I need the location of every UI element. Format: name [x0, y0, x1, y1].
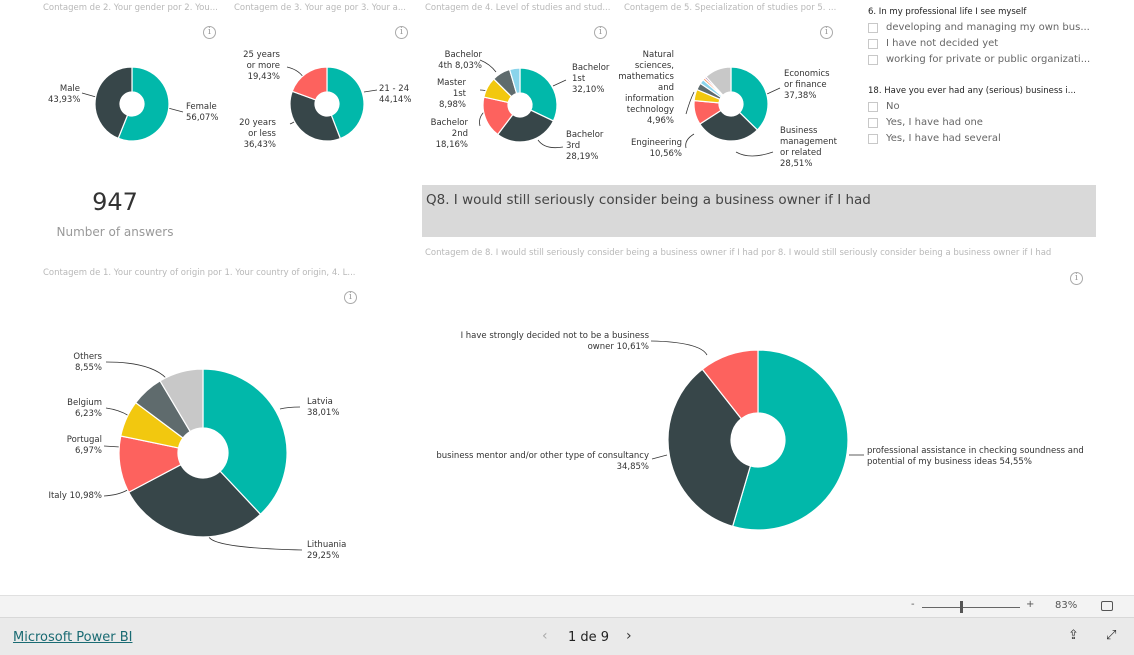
zoom-in-button[interactable]: + — [1026, 599, 1034, 610]
label-strongly-decided: I have strongly decided not to be a busi… — [460, 331, 649, 352]
label-business-management: Business management or related 28,51% — [780, 126, 837, 169]
slicer-option[interactable]: No — [868, 101, 900, 112]
zoom-level: 83% — [1055, 600, 1078, 611]
label-age-25-plus: 25 years or more 19,43% — [243, 50, 280, 82]
label-lithuania: Lithuania 29,25% — [307, 540, 347, 561]
checkbox[interactable] — [868, 133, 878, 144]
slicer-title-professional-life: 6. In my professional life I see myself — [868, 7, 1027, 17]
label-female: Female 56,07% — [186, 102, 219, 123]
zoom-slider-thumb[interactable] — [959, 601, 963, 613]
slicer-option[interactable]: Yes, I have had one — [868, 117, 983, 128]
label-master-1st: Master 1st 8,98% — [436, 78, 466, 110]
donut-studies[interactable] — [482, 67, 558, 143]
page-indicator: 1 de 9 — [568, 630, 610, 645]
zoom-toolbar: - + 83% — [0, 595, 1134, 618]
power-bi-link[interactable]: Microsoft Power BI — [13, 630, 132, 645]
donut-age[interactable] — [289, 66, 365, 142]
slicer-option[interactable]: Yes, I have had several — [868, 133, 1001, 144]
checkbox[interactable] — [868, 22, 878, 33]
share-icon[interactable]: ⇪ — [1068, 628, 1079, 643]
label-economics: Economics or finance 37,38% — [784, 69, 830, 101]
label-italy: Italy 10,98% — [48, 491, 102, 501]
label-bachelor-3rd: Bachelor 3rd 28,19% — [566, 130, 604, 162]
checkbox[interactable] — [868, 54, 878, 65]
label-engineering: Engineering 10,56% — [631, 138, 682, 159]
label-business-mentor: business mentor and/or other type of con… — [436, 451, 649, 472]
label-bachelor-4th: Bachelor 4th 8,03% — [438, 50, 482, 71]
donut-country[interactable] — [118, 368, 288, 538]
label-others: Others 8,55% — [73, 352, 102, 373]
footer-bar: Microsoft Power BI ‹ 1 de 9 › ⇪ ⤢ — [0, 618, 1134, 655]
visual-title-country: Contagem de 1. Your country of origin po… — [43, 268, 356, 278]
checkbox[interactable] — [868, 38, 878, 49]
slicer-option[interactable]: working for private or public organizati… — [868, 54, 1090, 65]
q8-banner: Q8. I would still seriously consider bei… — [422, 185, 1096, 237]
kpi-label: Number of answers — [56, 225, 174, 239]
zoom-slider[interactable] — [922, 607, 1020, 608]
slicer-title-business-experience: 18. Have you ever had any (serious) busi… — [868, 86, 1076, 96]
label-latvia: Latvia 38,01% — [307, 397, 340, 418]
slicer-option[interactable]: I have not decided yet — [868, 38, 998, 49]
label-portugal: Portugal 6,97% — [66, 435, 102, 456]
label-natural-sciences: Natural sciences, mathematics and inform… — [618, 50, 674, 126]
checkbox[interactable] — [868, 101, 878, 112]
donut-spec[interactable] — [693, 66, 769, 142]
label-belgium: Belgium 6,23% — [67, 398, 102, 419]
label-bachelor-2nd: Bachelor 2nd 18,16% — [430, 118, 468, 150]
next-page-button[interactable]: › — [626, 628, 632, 644]
zoom-out-button[interactable]: - — [911, 599, 915, 610]
label-male: Male 43,93% — [48, 84, 81, 105]
visual-title-q8: Contagem de 8. I would still seriously c… — [425, 248, 1052, 258]
donut-q8[interactable] — [667, 349, 849, 531]
fit-to-page-icon[interactable] — [1101, 601, 1113, 611]
donut-gender[interactable] — [94, 66, 170, 142]
label-age-21-24: 21 - 24 44,14% — [379, 84, 412, 105]
kpi-value: 947 — [92, 188, 138, 216]
slice-bachelor-1st[interactable] — [519, 67, 558, 122]
slicer-option[interactable]: developing and managing my own bus... — [868, 22, 1090, 33]
checkbox[interactable] — [868, 117, 878, 128]
label-bachelor-1st: Bachelor 1st 32,10% — [572, 63, 610, 95]
label-age-20-less: 20 years or less 36,43% — [239, 118, 276, 150]
prev-page-button[interactable]: ‹ — [542, 628, 548, 644]
fullscreen-icon[interactable]: ⤢ — [1106, 628, 1116, 643]
label-professional-assistance: professional assistance in checking soun… — [867, 446, 1084, 467]
